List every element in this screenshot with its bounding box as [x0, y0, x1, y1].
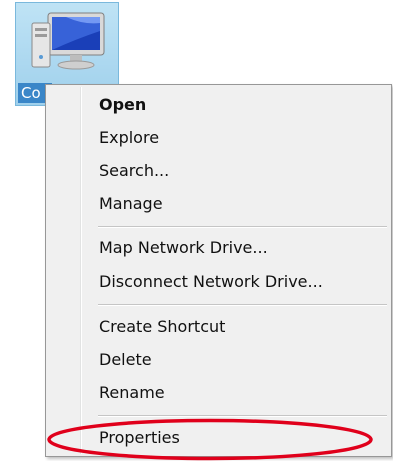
menu-item-rename[interactable]: Rename: [48, 377, 389, 408]
menu-item-map-network-drive[interactable]: Map Network Drive...: [48, 232, 389, 263]
menu-item-create-shortcut[interactable]: Create Shortcut: [48, 311, 389, 342]
menu-item-delete[interactable]: Delete: [48, 344, 389, 375]
context-menu: Open Explore Search... Manage Map Networ…: [45, 84, 392, 457]
menu-separator: [98, 415, 387, 417]
menu-separator: [98, 304, 387, 306]
menu-item-disconnect-network-drive[interactable]: Disconnect Network Drive...: [48, 266, 389, 297]
desktop: Co Open Explore Search... Manage Map Net…: [0, 0, 393, 461]
menu-item-search[interactable]: Search...: [48, 155, 389, 186]
menu-item-manage[interactable]: Manage: [48, 188, 389, 219]
menu-item-properties[interactable]: Properties: [48, 422, 389, 453]
computer-icon: [31, 12, 105, 70]
menu-item-explore[interactable]: Explore: [48, 122, 389, 153]
menu-separator: [98, 226, 387, 228]
menu-item-open[interactable]: Open: [48, 89, 389, 120]
